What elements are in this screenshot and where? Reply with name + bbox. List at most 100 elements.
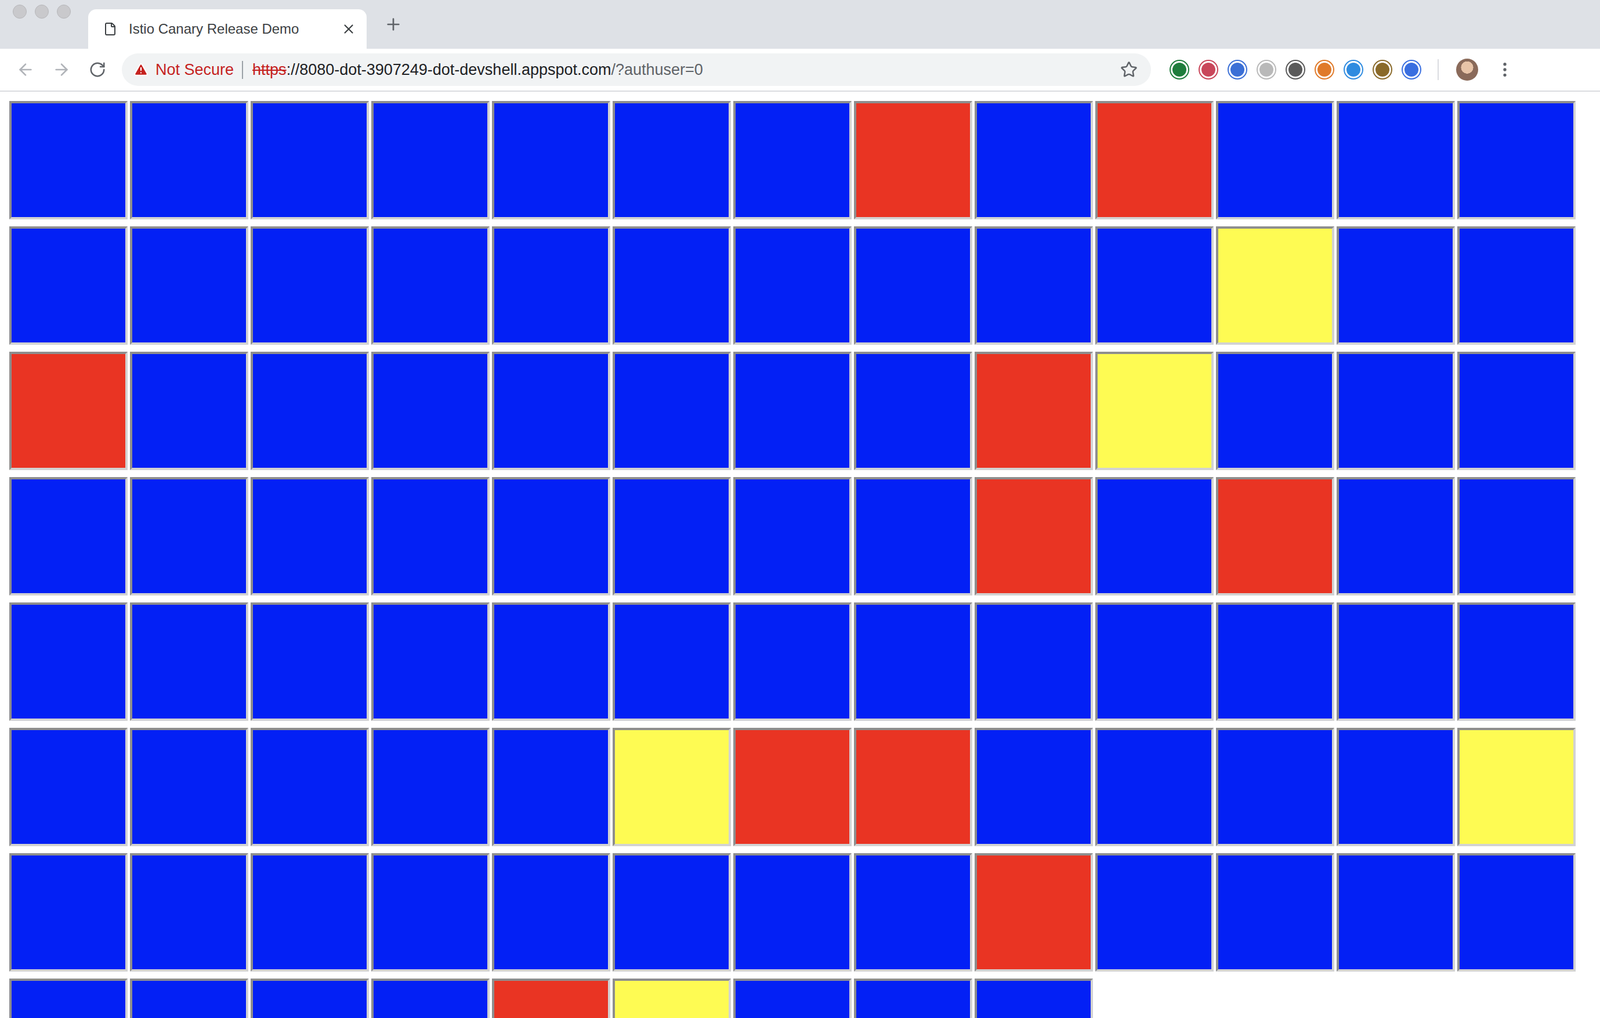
grid-cell: [129, 602, 249, 721]
grid-cell: [371, 602, 490, 721]
browser-tab[interactable]: Istio Canary Release Demo: [88, 9, 367, 49]
grid-cell: [491, 602, 611, 721]
extension-icon[interactable]: [1402, 60, 1421, 79]
reload-button[interactable]: [82, 54, 113, 85]
grid-cell: [1215, 727, 1335, 846]
grid-cell: [612, 226, 731, 345]
extension-icon[interactable]: [1170, 60, 1189, 79]
forward-button[interactable]: [46, 54, 77, 85]
close-tab-icon[interactable]: [341, 21, 357, 37]
grid-cell: [9, 351, 128, 470]
grid-cell: [250, 351, 369, 470]
grid-cell: [1215, 476, 1335, 596]
extension-icon[interactable]: [1315, 60, 1334, 79]
profile-avatar-icon[interactable]: [1456, 58, 1479, 81]
grid-cell: [9, 852, 128, 972]
grid-cell: [1215, 351, 1335, 470]
security-label: Not Secure: [155, 60, 234, 79]
grid-cell: [250, 727, 369, 846]
plus-icon: [384, 15, 403, 34]
grid-cell: [9, 226, 128, 345]
grid-cell: [9, 727, 128, 846]
grid-cell: [612, 351, 731, 470]
grid-cell: [612, 100, 731, 220]
forward-arrow-icon: [52, 60, 71, 79]
grid-cell: [1457, 226, 1576, 345]
grid-cell: [9, 978, 128, 1018]
reload-icon: [88, 60, 107, 79]
grid-cell: [371, 852, 490, 972]
grid-cell: [612, 978, 731, 1018]
grid-cell: [974, 978, 1093, 1018]
extension-icon[interactable]: [1228, 60, 1247, 79]
grid-cell: [129, 978, 249, 1018]
browser-window: Istio Canary Release Demo Not Secure https…: [0, 0, 1600, 1018]
grid-cell: [129, 476, 249, 596]
extensions-bar: [1170, 54, 1520, 85]
grid-cell: [129, 727, 249, 846]
tab-title: Istio Canary Release Demo: [128, 20, 330, 38]
grid-cell: [1336, 226, 1455, 345]
back-button[interactable]: [10, 54, 41, 85]
grid-cell: [491, 727, 611, 846]
bookmark-button[interactable]: [1113, 54, 1145, 85]
security-indicator[interactable]: Not Secure: [133, 60, 244, 79]
grid-cell: [853, 100, 973, 220]
grid-cell: [9, 476, 128, 596]
grid-cell: [9, 602, 128, 721]
close-window-button[interactable]: [12, 4, 27, 19]
extension-icon[interactable]: [1373, 60, 1392, 79]
grid-cell: [733, 476, 852, 596]
grid-cell: [371, 226, 490, 345]
grid-cell: [9, 100, 128, 220]
address-bar[interactable]: Not Secure https://8080-dot-3907249-dot-d…: [121, 53, 1151, 86]
extension-icon[interactable]: [1344, 60, 1363, 79]
grid-cell: [1095, 100, 1214, 220]
grid-cell: [1095, 351, 1214, 470]
grid-cell: [1336, 100, 1455, 220]
grid-cell: [1095, 602, 1214, 721]
grid-cell: [733, 226, 852, 345]
grid-cell: [853, 226, 973, 345]
grid-cell: [1215, 226, 1335, 345]
grid-cell: [853, 978, 973, 1018]
minimize-window-button[interactable]: [34, 4, 49, 19]
warning-icon: [133, 62, 149, 78]
grid-cell: [129, 852, 249, 972]
grid-cell: [1215, 100, 1335, 220]
grid-cell: [491, 351, 611, 470]
grid-cell: [1215, 602, 1335, 721]
grid-cell: [129, 351, 249, 470]
zoom-window-button[interactable]: [56, 4, 71, 19]
back-arrow-icon: [16, 60, 35, 79]
new-tab-button[interactable]: [378, 9, 409, 40]
url: https://8080-dot-3907249-dot-devshell.ap…: [248, 60, 1109, 79]
grid-cell: [1336, 727, 1455, 846]
grid-cell: [733, 351, 852, 470]
grid-cell: [974, 100, 1093, 220]
grid-cell: [733, 100, 852, 220]
grid-cell: [733, 727, 852, 846]
extension-icon[interactable]: [1286, 60, 1305, 79]
grid-cell: [853, 351, 973, 470]
grid-cell: [491, 852, 611, 972]
grid-cell: [1457, 602, 1576, 721]
grid-cell: [1095, 852, 1214, 972]
grid-cell: [491, 100, 611, 220]
grid-cell: [974, 852, 1093, 972]
grid-cell: [1457, 476, 1576, 596]
grid-cell: [129, 226, 249, 345]
grid-cell: [733, 602, 852, 721]
star-icon: [1120, 60, 1138, 79]
grid-cell: [853, 476, 973, 596]
extension-icon[interactable]: [1257, 60, 1276, 79]
grid-cell: [1095, 226, 1214, 345]
grid-cell: [1215, 852, 1335, 972]
grid-cell: [250, 100, 369, 220]
toolbar: Not Secure https://8080-dot-3907249-dot-d…: [0, 48, 1600, 92]
menu-button[interactable]: [1489, 54, 1520, 85]
grid-cell: [491, 978, 611, 1018]
grid-cell: [612, 727, 731, 846]
grid-cell: [371, 476, 490, 596]
extension-icon[interactable]: [1199, 60, 1218, 79]
